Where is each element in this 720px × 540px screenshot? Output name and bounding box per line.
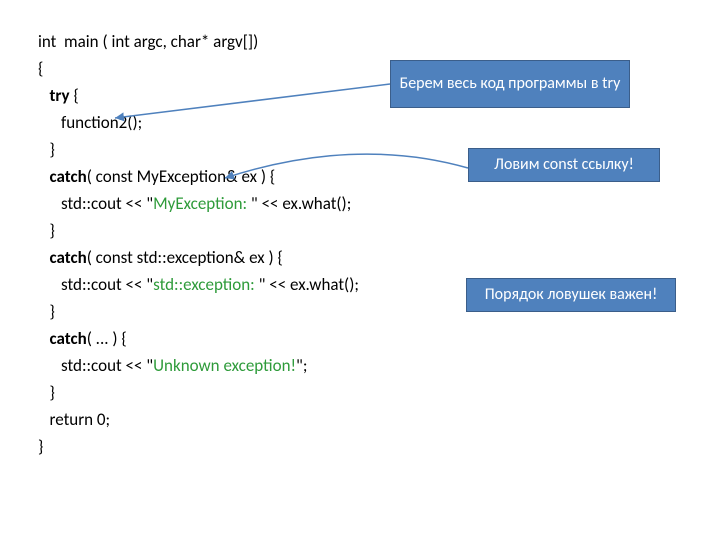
slide: int main ( int argc, char* argv[]) { try… bbox=[0, 0, 720, 540]
string-literal: MyException: bbox=[153, 193, 251, 214]
callout-text: Порядок ловушек важен! bbox=[485, 285, 658, 305]
string-literal: std::exception: bbox=[153, 274, 258, 295]
keyword-try: try bbox=[50, 85, 70, 106]
keyword-catch: catch bbox=[50, 328, 87, 349]
code-text: "; bbox=[296, 355, 307, 376]
code-line: } bbox=[38, 436, 43, 457]
code-line: } bbox=[38, 139, 55, 160]
callout-order: Порядок ловушек важен! bbox=[466, 278, 676, 312]
code-text: " << ex.what(); bbox=[251, 193, 351, 214]
code-line: return 0; bbox=[38, 409, 110, 430]
code-text: std::cout << " bbox=[38, 193, 153, 214]
code-text: { bbox=[70, 85, 79, 106]
code-text: std::cout << " bbox=[38, 274, 153, 295]
string-literal: Unknown exception! bbox=[153, 355, 296, 376]
code-line: int main ( int argc, char* argv[]) bbox=[38, 31, 258, 52]
code-line: } bbox=[38, 382, 55, 403]
callout-const-ref: Ловим const ссылку! bbox=[468, 148, 660, 182]
code-line: function2(); bbox=[38, 112, 142, 133]
code-line: } bbox=[38, 220, 55, 241]
code-text: " << ex.what(); bbox=[259, 274, 359, 295]
code-text: ( ... ) { bbox=[87, 328, 127, 349]
code-text: std::cout << " bbox=[38, 355, 153, 376]
code-line: { bbox=[38, 58, 43, 79]
keyword-catch: catch bbox=[50, 166, 87, 187]
callout-try: Берем весь код программы в try bbox=[390, 60, 630, 108]
keyword-catch: catch bbox=[50, 247, 87, 268]
callout-text: Берем весь код программы в try bbox=[400, 74, 621, 94]
code-text: ( const std::exception& ex ) { bbox=[87, 247, 283, 268]
code-block: int main ( int argc, char* argv[]) { try… bbox=[38, 28, 359, 460]
code-text: ( const MyException& ex ) { bbox=[87, 166, 276, 187]
callout-text: Ловим const ссылку! bbox=[494, 155, 634, 175]
code-line: } bbox=[38, 301, 55, 322]
